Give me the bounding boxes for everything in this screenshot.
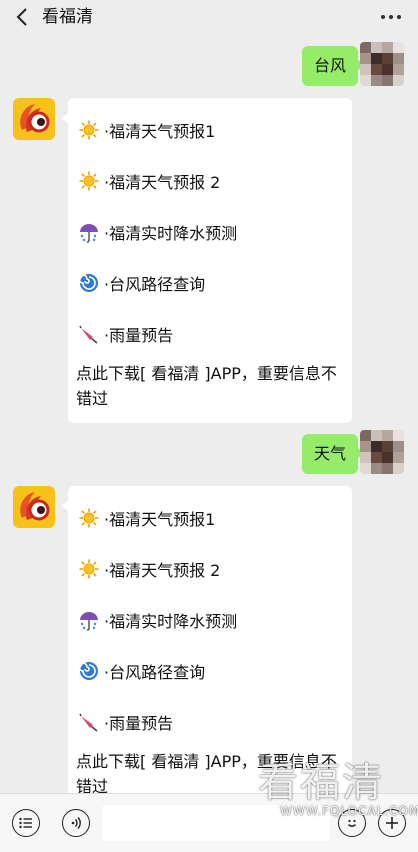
logo-icon	[20, 104, 50, 133]
menu-item-weather-2[interactable]: ·福清天气预报 2	[76, 155, 342, 206]
message-input[interactable]	[102, 805, 330, 841]
logo-icon	[20, 492, 50, 521]
user-avatar[interactable]	[360, 430, 404, 474]
back-button[interactable]	[10, 5, 34, 29]
plus-button[interactable]	[378, 809, 406, 837]
menu-item-rain-forecast[interactable]: ·福清实时降水预测	[76, 594, 342, 645]
emoji-icon	[348, 819, 356, 827]
plus-icon	[386, 817, 398, 829]
input-bar	[0, 793, 418, 852]
user-avatar[interactable]	[360, 42, 404, 86]
chevron-left-icon	[16, 8, 27, 26]
menu-item-label: ·台风路径查询	[104, 662, 206, 682]
menu-item-label: ·雨量预告	[104, 713, 174, 733]
cyclone-icon	[76, 660, 102, 682]
voice-button[interactable]	[62, 809, 90, 837]
menu-item-rainfall[interactable]: ·雨量预告	[76, 308, 342, 359]
download-app-link[interactable]: 点此下载[ 看福清 ]APP，重要信息不错过	[76, 359, 342, 417]
menu-item-label: ·雨量预告	[104, 325, 174, 345]
top-bar: 看福清	[0, 0, 418, 36]
menu-item-weather-2[interactable]: ·福清天气预报 2	[76, 543, 342, 594]
chat-area[interactable]: 台风 ·福清天气预报1 ·福清天气预报 2 ·福清实时降水预测 ·台风路径查询 …	[0, 36, 418, 793]
sun-icon	[76, 507, 102, 529]
umbrella-rain-icon	[76, 609, 102, 631]
menu-item-label: ·福清实时降水预测	[104, 611, 238, 631]
message-text: 台风	[313, 56, 346, 75]
download-app-link[interactable]: 点此下载[ 看福清 ]APP，重要信息不错过	[76, 747, 342, 793]
my-message-bubble[interactable]: 天气	[301, 434, 365, 474]
bot-message-bubble: ·福清天气预报1 ·福清天气预报 2 ·福清实时降水预测 ·台风路径查询 ·雨量…	[62, 486, 352, 793]
menu-item-label: ·台风路径查询	[104, 274, 206, 294]
closed-umbrella-icon	[76, 711, 102, 733]
menu-item-label: ·福清天气预报 2	[104, 560, 221, 580]
bot-message-bubble: ·福清天气预报1 ·福清天气预报 2 ·福清实时降水预测 ·台风路径查询 ·雨量…	[62, 98, 352, 423]
message-text: 天气	[313, 444, 346, 463]
sun-icon	[76, 119, 102, 141]
menu-item-rain-forecast[interactable]: ·福清实时降水预测	[76, 206, 342, 257]
menu-button[interactable]	[12, 809, 40, 837]
bot-avatar[interactable]	[13, 98, 55, 140]
my-message-bubble[interactable]: 台风	[301, 46, 365, 86]
menu-item-label: ·福清天气预报1	[104, 121, 216, 141]
more-button[interactable]	[376, 6, 406, 28]
sun-icon	[76, 558, 102, 580]
menu-item-typhoon-track[interactable]: ·台风路径查询	[76, 645, 342, 696]
closed-umbrella-icon	[76, 323, 102, 345]
bot-avatar[interactable]	[13, 486, 55, 528]
more-dots-icon	[381, 15, 385, 19]
menu-item-label: ·福清实时降水预测	[104, 223, 238, 243]
voice-icon	[71, 817, 81, 829]
menu-item-weather-1[interactable]: ·福清天气预报1	[76, 492, 342, 543]
menu-item-typhoon-track[interactable]: ·台风路径查询	[76, 257, 342, 308]
cyclone-icon	[76, 272, 102, 294]
menu-item-label: ·福清天气预报1	[104, 509, 216, 529]
menu-item-label: ·福清天气预报 2	[104, 172, 221, 192]
menu-list-icon	[19, 817, 32, 829]
emoji-button[interactable]	[338, 809, 366, 837]
chat-title: 看福清	[42, 7, 93, 27]
menu-item-rainfall[interactable]: ·雨量预告	[76, 696, 342, 747]
sun-icon	[76, 170, 102, 192]
menu-item-weather-1[interactable]: ·福清天气预报1	[76, 104, 342, 155]
umbrella-rain-icon	[76, 221, 102, 243]
